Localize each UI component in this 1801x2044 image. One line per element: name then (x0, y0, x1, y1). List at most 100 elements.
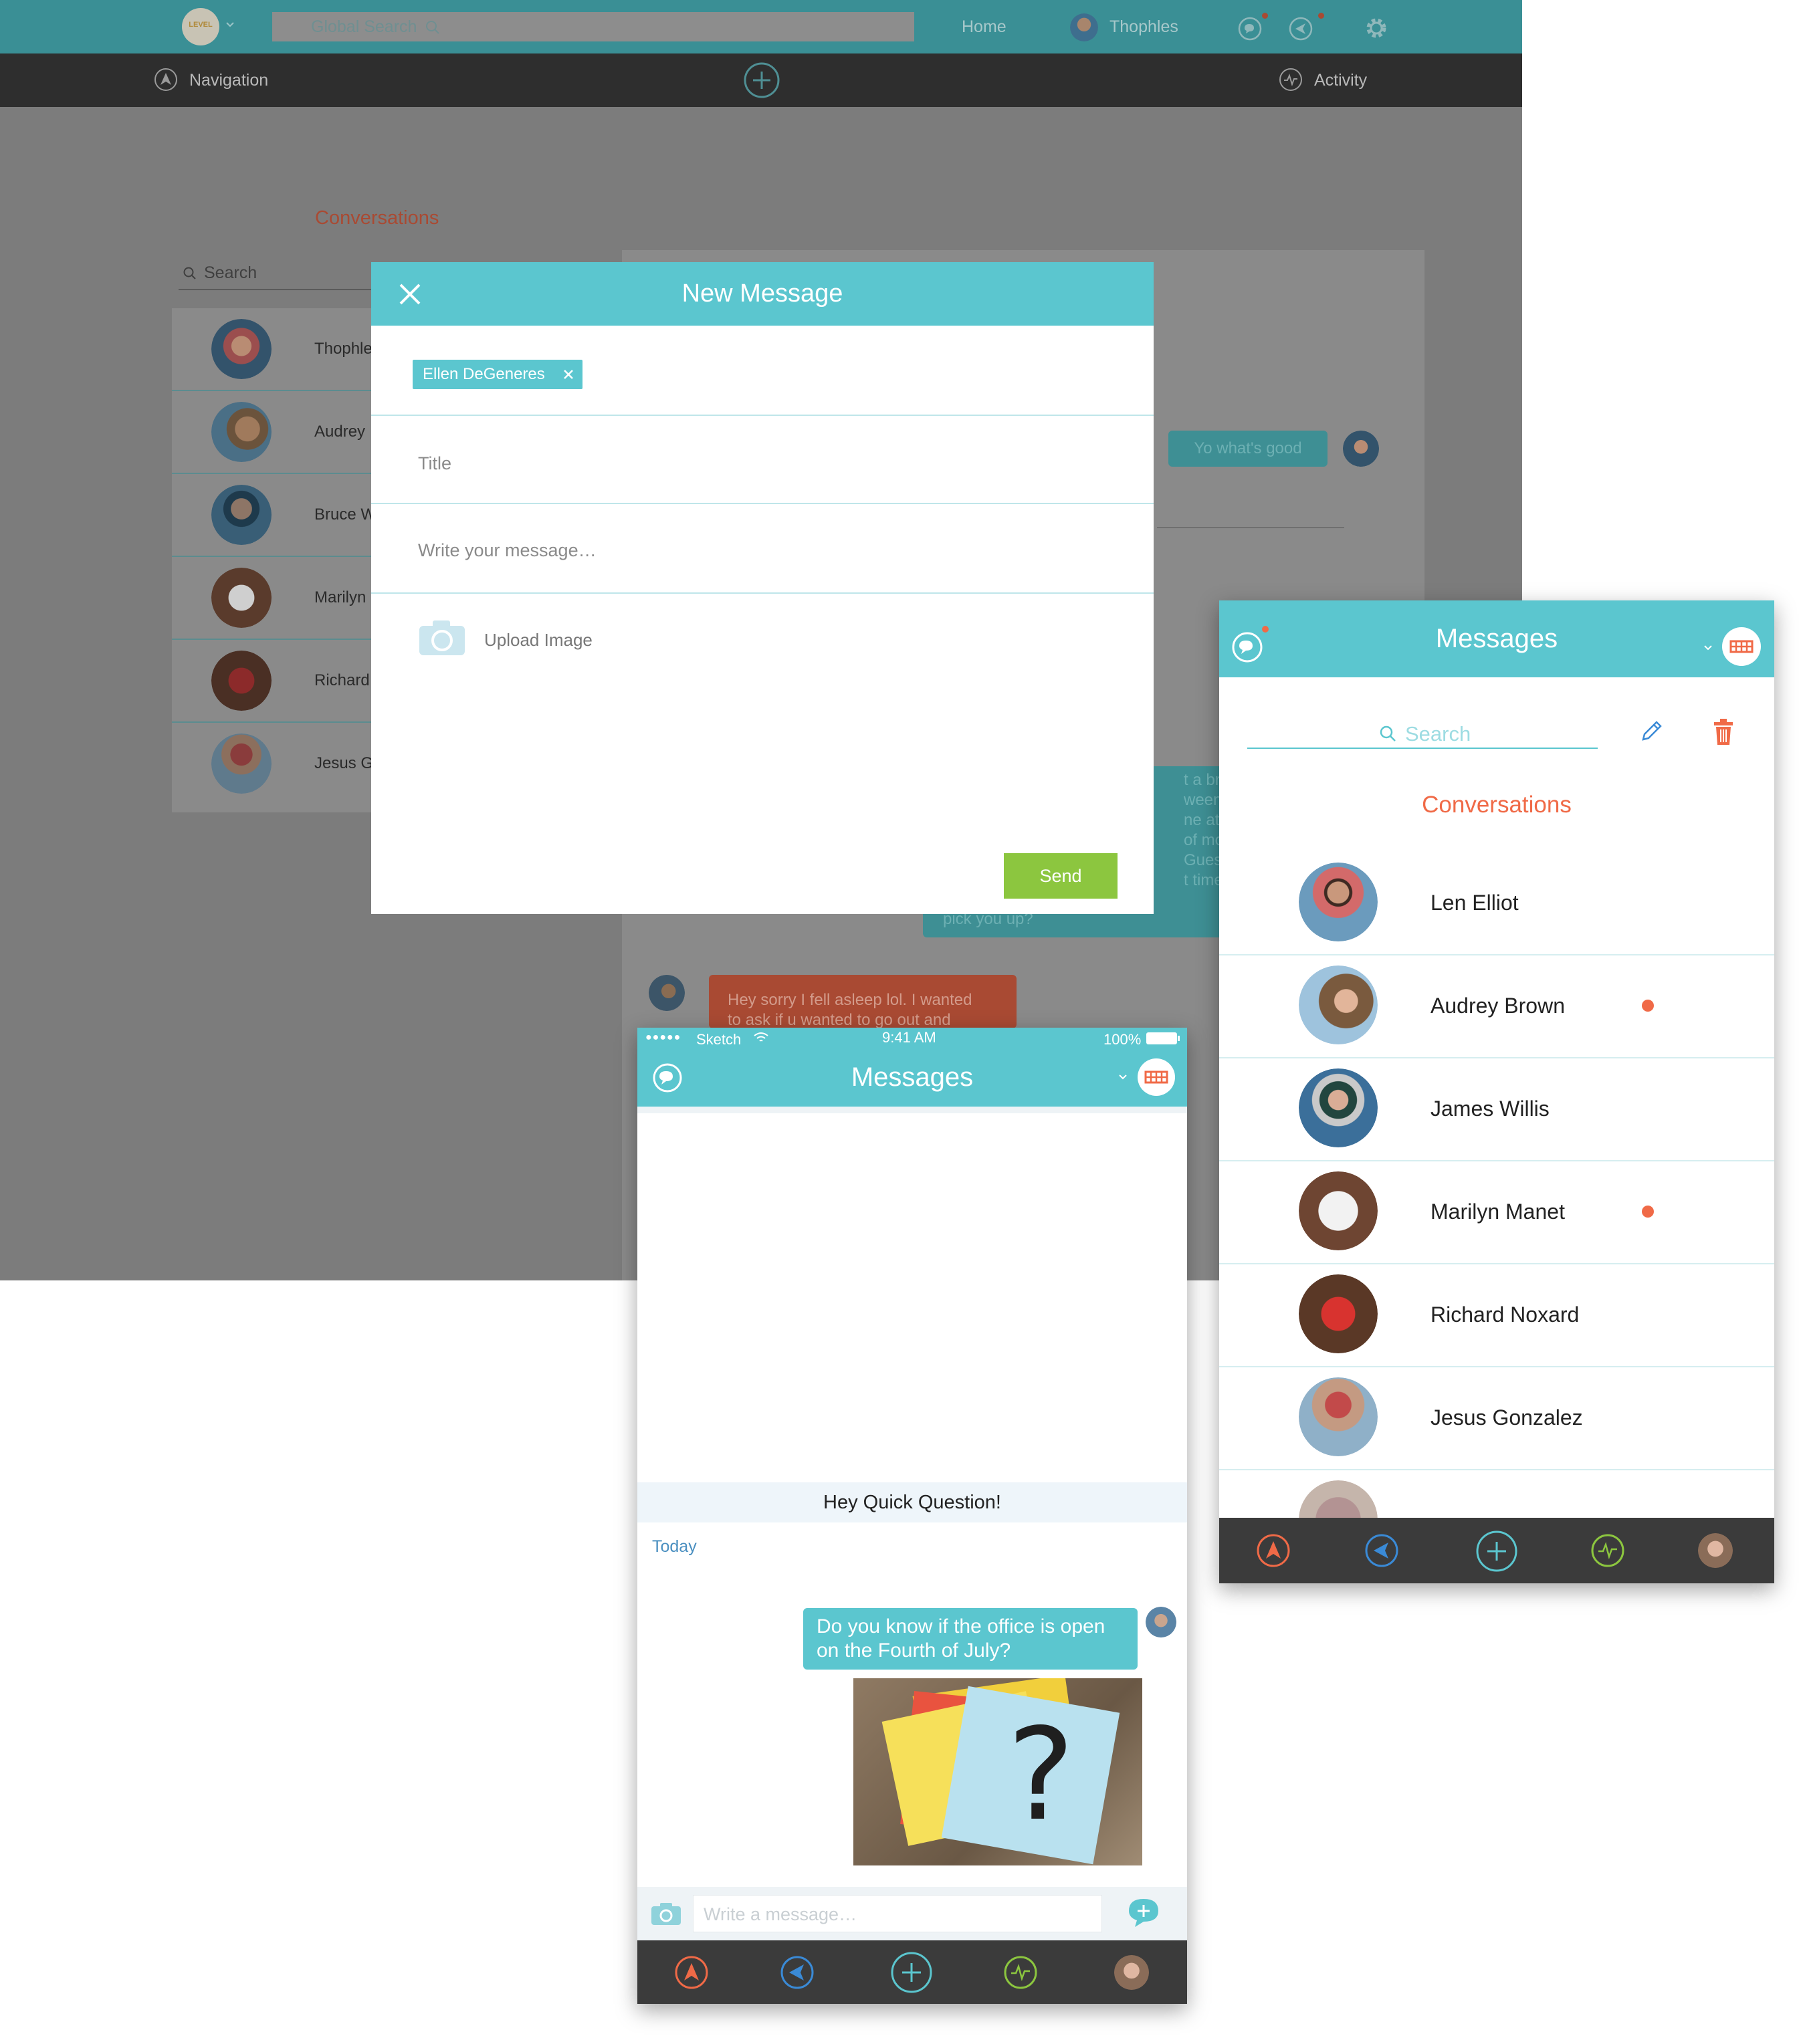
profile-icon[interactable] (1722, 627, 1761, 666)
activity-icon[interactable] (1590, 1533, 1625, 1568)
tab-bar (637, 1940, 1187, 2004)
messages-icon[interactable] (1238, 13, 1268, 41)
message-input[interactable]: Write your message… (418, 540, 597, 561)
list-item[interactable]: Marilyn Manet (1219, 1160, 1774, 1264)
user-name[interactable]: Thophles (1109, 0, 1178, 53)
profile-avatar[interactable] (1114, 1955, 1149, 1990)
send-button[interactable]: Send (1004, 853, 1118, 899)
list-item[interactable]: Thophles (172, 308, 381, 391)
new-message-modal: New Message Ellen DeGeneres Title Write … (371, 262, 1154, 914)
avatar (649, 975, 685, 1011)
modal-title: New Message (681, 279, 843, 308)
battery-icon (1146, 1032, 1180, 1045)
upload-image-button[interactable]: Upload Image (484, 630, 593, 651)
conversation-name: Thophles (314, 340, 381, 358)
message-image[interactable]: ? (853, 1678, 1142, 1865)
search-icon (183, 266, 197, 281)
trash-icon[interactable] (1711, 717, 1735, 746)
search-icon (425, 19, 441, 35)
camera-icon[interactable] (651, 1902, 681, 1926)
avatar (1299, 1377, 1378, 1456)
carrier: Sketch (696, 1031, 742, 1048)
divider (1157, 527, 1344, 528)
chevron-down-icon[interactable] (1703, 644, 1713, 652)
avatar (1343, 431, 1379, 467)
search-input[interactable]: Search (1247, 715, 1598, 749)
profile-icon[interactable] (1138, 1058, 1175, 1096)
list-item[interactable]: Richard (172, 640, 373, 723)
list-item[interactable]: Richard Noxard (1219, 1263, 1774, 1367)
avatar (1146, 1607, 1176, 1637)
send-icon[interactable] (1289, 13, 1324, 41)
chevron-down-icon[interactable] (225, 20, 235, 29)
conversation-subject: Hey Quick Question! (637, 1482, 1187, 1522)
logo[interactable]: LEVEL (182, 8, 219, 45)
divider (371, 592, 1154, 594)
conversation-name: James Willis (1431, 1097, 1550, 1121)
send-message-icon[interactable] (1127, 1898, 1160, 1928)
chat-screen: ●●●●● Sketch 9:41 AM 100% Messages Hey Q… (637, 1028, 1187, 2004)
navigation-icon[interactable] (1256, 1533, 1291, 1568)
modal-header: New Message (371, 262, 1154, 326)
avatar (211, 651, 272, 711)
message-text: to ask if u wanted to go out and (728, 1011, 951, 1028)
remove-recipient-icon[interactable] (562, 368, 574, 380)
activity-icon[interactable] (1003, 1955, 1038, 1990)
conversation-name: Richard Noxard (1431, 1302, 1580, 1327)
section-title: Conversations (1422, 792, 1572, 818)
avatar[interactable] (1070, 13, 1098, 41)
list-item[interactable]: Bruce W (172, 474, 376, 557)
conversations-title: Conversations (315, 207, 439, 229)
profile-avatar[interactable] (1698, 1533, 1733, 1568)
home-link[interactable]: Home (962, 0, 1007, 53)
header: Messages (1219, 600, 1774, 677)
avatar (1299, 966, 1378, 1044)
title-input[interactable]: Title (418, 453, 451, 474)
list-item[interactable]: Audrey Brown (1219, 954, 1774, 1058)
list-item[interactable]: Audrey (172, 391, 373, 474)
avatar (211, 568, 272, 628)
list-item[interactable]: James Willis (1219, 1057, 1774, 1161)
list-item[interactable]: Len Elliot (1219, 851, 1774, 955)
screen-title: Messages (1435, 624, 1558, 653)
navigation-label[interactable]: Navigation (189, 53, 268, 107)
message-composer: Write a message… (637, 1887, 1187, 1940)
activity-label[interactable]: Activity (1314, 53, 1367, 107)
unread-indicator (1642, 1206, 1654, 1218)
message-bubble: Yo what's good (1168, 431, 1328, 467)
message-text: Hey sorry I fell asleep lol. I wanted (728, 991, 972, 1009)
avatar (211, 485, 272, 545)
conversation-name: Richard (314, 671, 370, 689)
question-mark: ? (1007, 1701, 1075, 1849)
tab-bar (1219, 1518, 1774, 1583)
date-label: Today (652, 1537, 697, 1556)
list-item[interactable]: Jesus G (172, 723, 373, 804)
gear-icon[interactable] (1363, 15, 1390, 41)
send-icon[interactable] (1364, 1533, 1399, 1568)
screen-title: Messages (851, 1062, 974, 1092)
navigation-icon[interactable] (154, 68, 178, 92)
message-input[interactable]: Write a message… (693, 1895, 1102, 1932)
search-placeholder: Search (1405, 722, 1471, 746)
compose-icon[interactable] (1638, 718, 1665, 745)
list-item[interactable]: Jesus Gonzalez (1219, 1366, 1774, 1470)
avatar (1299, 1274, 1378, 1353)
add-icon[interactable] (890, 1951, 933, 1994)
chevron-down-icon[interactable] (1118, 1073, 1128, 1081)
divider (371, 415, 1154, 416)
avatar (1299, 1068, 1378, 1147)
global-search-placeholder: Global Search (311, 17, 417, 36)
conversation-name: Jesus G (314, 754, 374, 772)
send-icon[interactable] (780, 1955, 815, 1990)
list-item[interactable]: Marilyn (172, 557, 373, 640)
add-icon[interactable] (743, 62, 780, 99)
conversation-search[interactable]: Search (179, 261, 373, 290)
status-time: 9:41 AM (882, 1029, 936, 1046)
unread-indicator (1642, 1000, 1654, 1012)
camera-icon[interactable] (418, 619, 466, 657)
recipient-chip[interactable]: Ellen DeGeneres (413, 360, 582, 389)
add-icon[interactable] (1475, 1530, 1518, 1573)
global-search-input[interactable]: Global Search (272, 12, 914, 41)
activity-icon[interactable] (1279, 68, 1303, 92)
navigation-icon[interactable] (674, 1955, 709, 1990)
